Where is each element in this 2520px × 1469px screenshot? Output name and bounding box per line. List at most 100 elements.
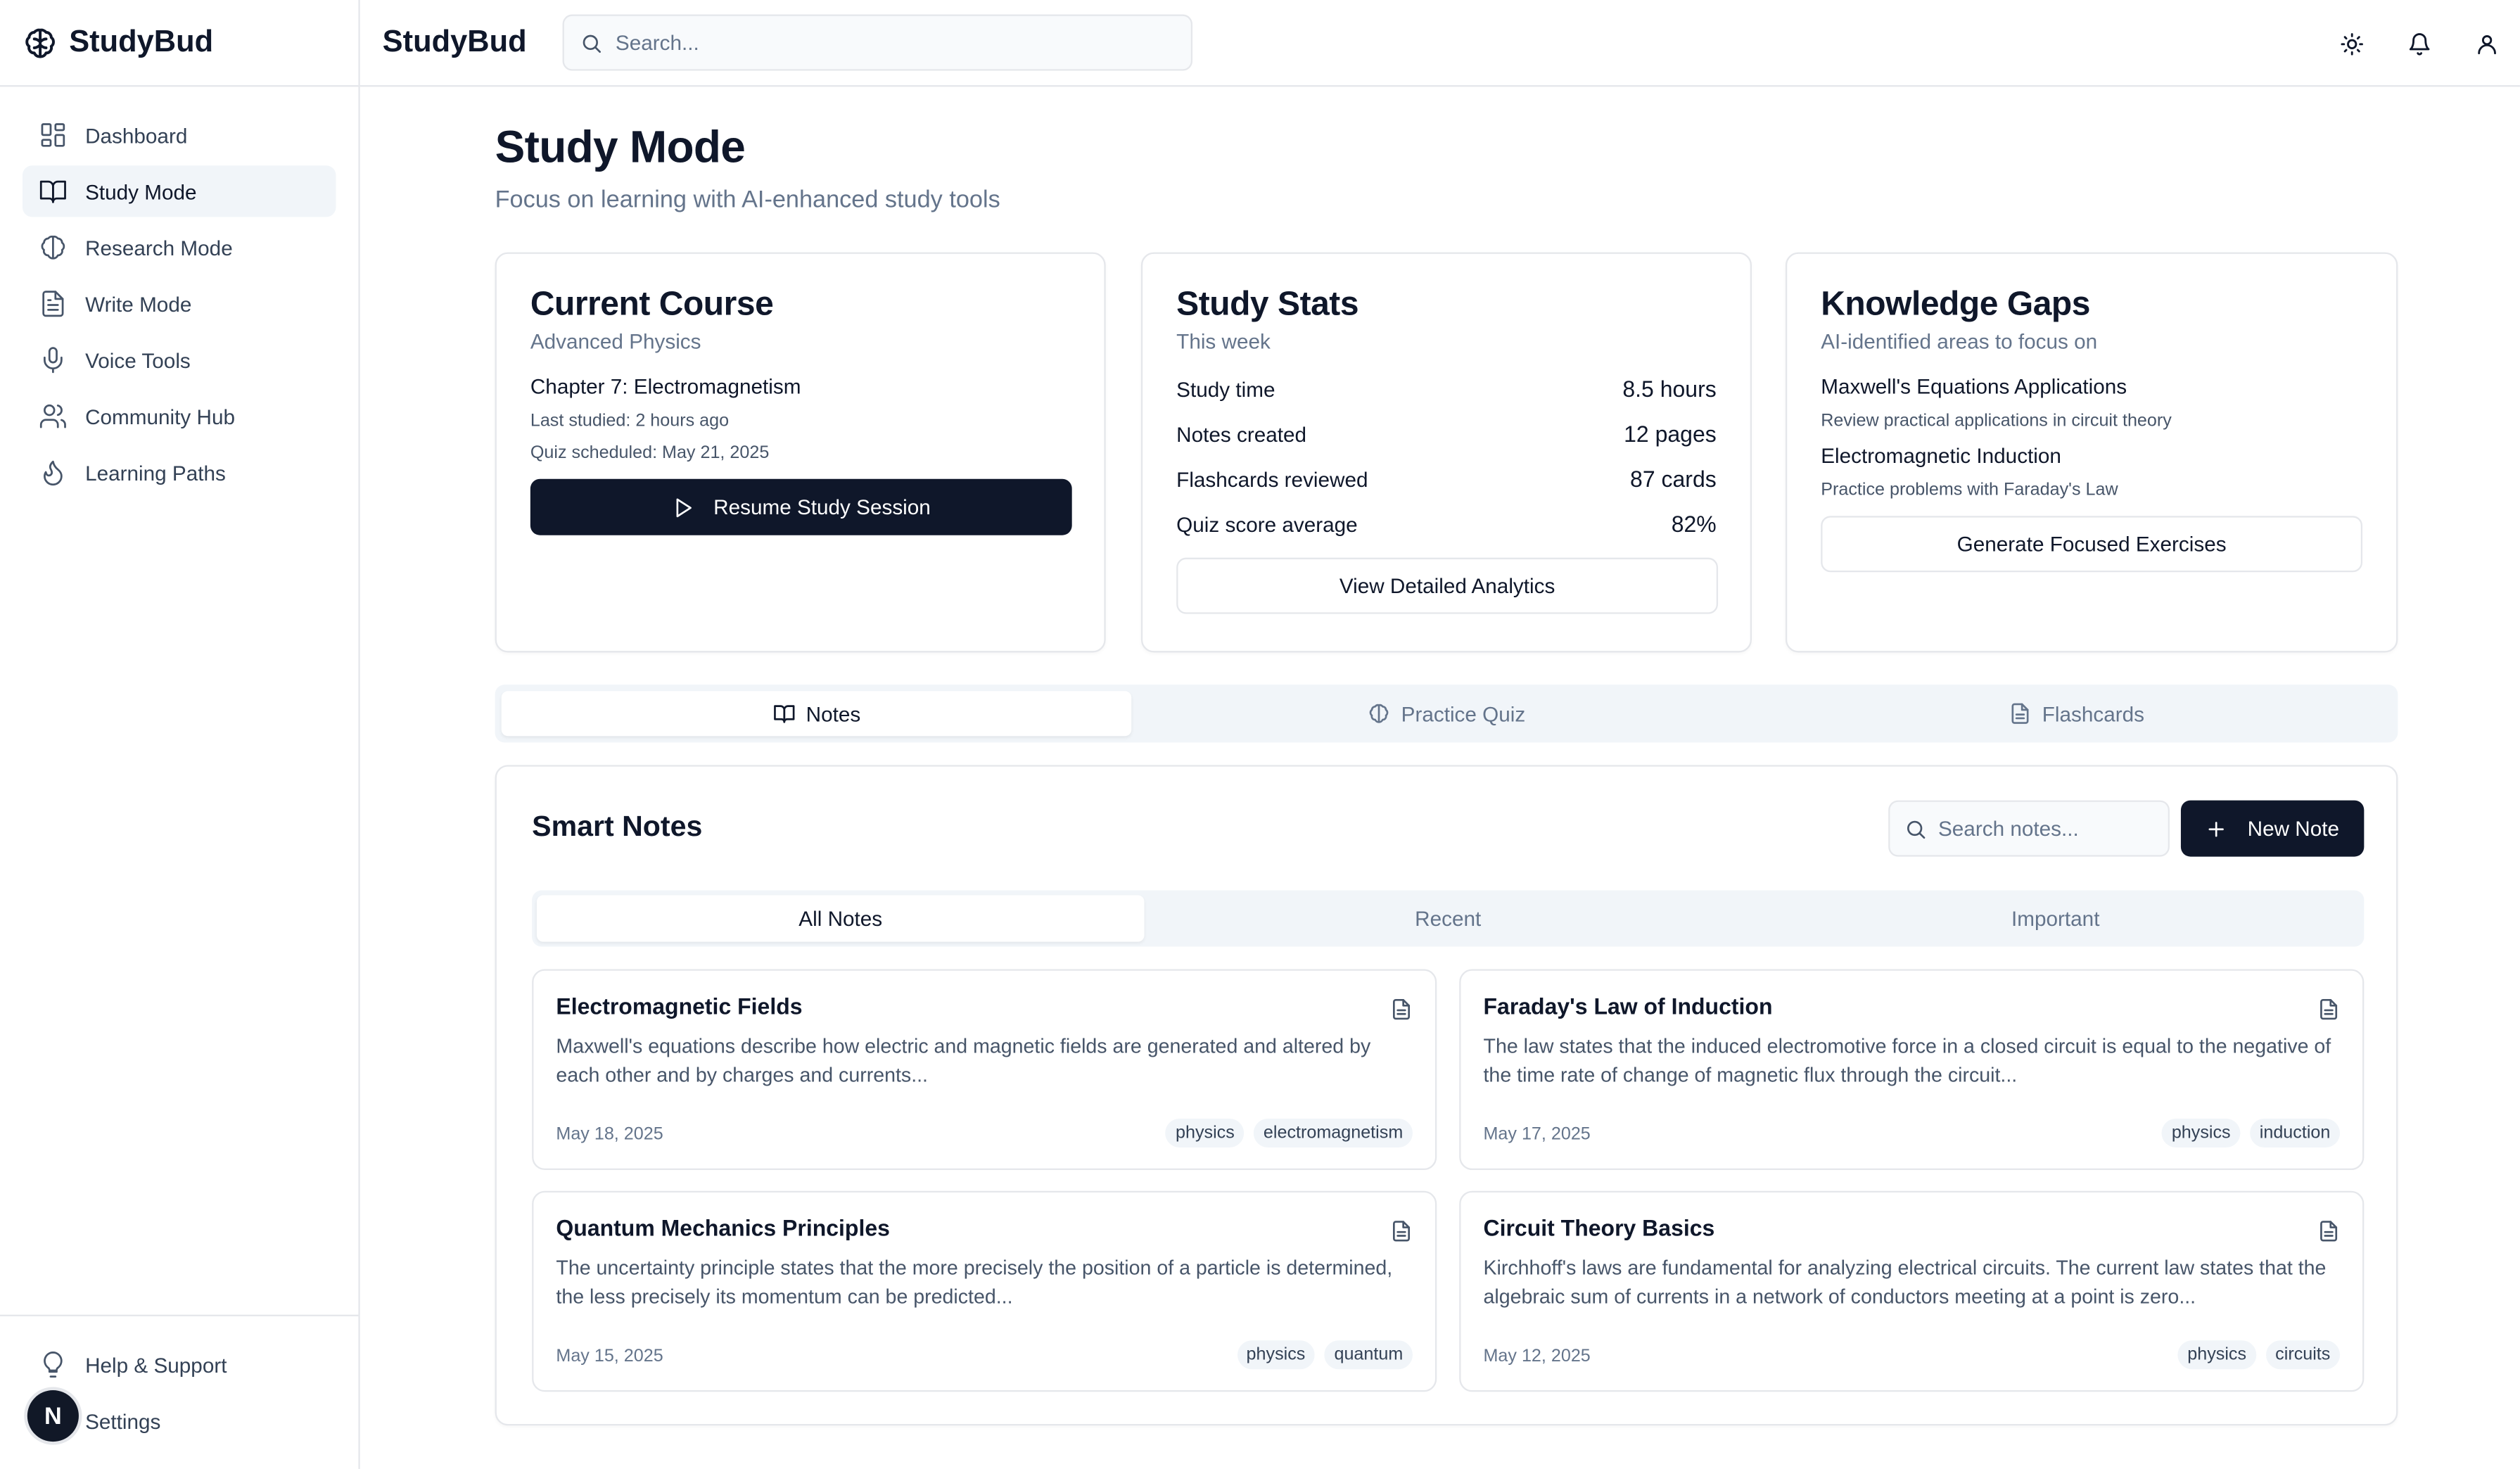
- current-course-card: Current Course Advanced Physics Chapter …: [495, 252, 1106, 653]
- sidebar-item-help-support[interactable]: Help & Support: [23, 1339, 336, 1390]
- sidebar-item-learning-paths[interactable]: Learning Paths: [23, 447, 336, 498]
- button-label: Resume Study Session: [713, 495, 931, 519]
- mic-icon: [39, 345, 68, 374]
- note-card[interactable]: Faraday's Law of Induction The law state…: [1459, 969, 2365, 1171]
- stat-label: Study time: [1176, 376, 1275, 401]
- new-note-button[interactable]: New Note: [2180, 800, 2365, 857]
- tag: physics: [1236, 1340, 1316, 1370]
- stat-row-notes-created: Notes created 12 pages: [1176, 412, 1717, 457]
- tab-recent[interactable]: Recent: [1144, 895, 1752, 941]
- file-text-icon: [39, 289, 68, 318]
- book-icon: [772, 702, 795, 725]
- sidebar-item-label: Study Mode: [85, 179, 197, 203]
- generate-exercises-button[interactable]: Generate Focused Exercises: [1821, 516, 2363, 573]
- tag: circuits: [2265, 1340, 2341, 1370]
- tab-label: Notes: [806, 701, 861, 726]
- tab-flashcards[interactable]: Flashcards: [1762, 691, 2391, 736]
- search-icon: [580, 32, 603, 54]
- note-tags: physics induction: [2162, 1118, 2341, 1148]
- tab-all-notes[interactable]: All Notes: [536, 895, 1145, 942]
- button-label: New Note: [2247, 816, 2340, 841]
- dashboard-icon: [39, 120, 68, 149]
- note-date: May 12, 2025: [1483, 1347, 1591, 1366]
- note-title: Faraday's Law of Induction: [1483, 993, 1773, 1019]
- sidebar-item-research-mode[interactable]: Research Mode: [23, 222, 336, 273]
- sidebar-item-voice-tools[interactable]: Voice Tools: [23, 334, 336, 386]
- brain-logo-icon: [23, 25, 58, 60]
- gap-description: Review practical applications in circuit…: [1821, 411, 2172, 431]
- card-title: Knowledge Gaps: [1821, 286, 2091, 324]
- note-card[interactable]: Electromagnetic Fields Maxwell's equatio…: [532, 969, 1437, 1171]
- sidebar-item-dashboard[interactable]: Dashboard: [23, 109, 336, 160]
- note-card[interactable]: Quantum Mechanics Principles The uncerta…: [532, 1190, 1437, 1392]
- tab-label: Practice Quiz: [1401, 701, 1526, 726]
- brand[interactable]: StudyBud: [0, 0, 359, 87]
- file-icon[interactable]: [1390, 1220, 1413, 1242]
- top-header: StudyBud Search...: [359, 0, 2520, 87]
- plus-icon: [2206, 818, 2228, 840]
- note-date: May 15, 2025: [556, 1347, 663, 1366]
- stat-label: Quiz score average: [1176, 511, 1358, 536]
- brand-name: StudyBud: [69, 25, 214, 59]
- sidebar-item-label: Research Mode: [85, 235, 233, 260]
- notes-filter-tabs: All Notes Recent Important: [532, 890, 2365, 947]
- sidebar-item-label: Write Mode: [85, 291, 192, 316]
- tab-important[interactable]: Important: [1752, 895, 2360, 941]
- note-excerpt: Kirchhoff's laws are fundamental for ana…: [1483, 1257, 2327, 1308]
- user-icon: [2474, 32, 2498, 56]
- sidebar-item-write-mode[interactable]: Write Mode: [23, 278, 336, 329]
- sidebar-nav: Dashboard Study Mode Research Mode Write…: [0, 87, 358, 526]
- stat-value: 8.5 hours: [1622, 376, 1717, 402]
- note-tags: physics circuits: [2177, 1340, 2341, 1370]
- search-input[interactable]: Search...: [562, 14, 1193, 71]
- flame-icon: [39, 458, 68, 487]
- sidebar-item-label: Voice Tools: [85, 348, 191, 372]
- tag: physics: [2177, 1340, 2256, 1370]
- tag: induction: [2250, 1118, 2341, 1148]
- note-tags: physics electromagnetism: [1166, 1118, 1413, 1148]
- tag: electromagnetism: [1254, 1118, 1413, 1148]
- search-icon: [1904, 818, 1927, 840]
- header-actions: [2317, 0, 2520, 87]
- gap-title: Electromagnetic Induction: [1821, 443, 2061, 468]
- avatar[interactable]: N: [27, 1390, 79, 1442]
- header-title: StudyBud: [382, 25, 527, 59]
- sidebar-item-study-mode[interactable]: Study Mode: [22, 165, 336, 217]
- file-icon[interactable]: [1390, 998, 1413, 1021]
- profile-button[interactable]: [2452, 15, 2520, 72]
- page-subtitle: Focus on learning with AI-enhanced study…: [495, 186, 1000, 214]
- note-excerpt: The law states that the induced electrom…: [1483, 1035, 2331, 1086]
- chapter-name: Chapter 7: Electromagnetism: [530, 374, 801, 399]
- stat-label: Notes created: [1176, 421, 1307, 446]
- brain-icon: [1368, 702, 1390, 725]
- sidebar-item-label: Settings: [85, 1408, 161, 1433]
- tag: quantum: [1324, 1340, 1413, 1370]
- stat-value: 12 pages: [1624, 421, 1717, 447]
- sidebar-item-label: Help & Support: [85, 1352, 227, 1377]
- note-card[interactable]: Circuit Theory Basics Kirchhoff's laws a…: [1459, 1190, 2365, 1392]
- stat-value: 82%: [1671, 511, 1717, 537]
- sidebar-item-community-hub[interactable]: Community Hub: [23, 390, 336, 442]
- note-title: Electromagnetic Fields: [556, 993, 803, 1019]
- stat-value: 87 cards: [1630, 466, 1717, 492]
- view-analytics-button[interactable]: View Detailed Analytics: [1176, 557, 1719, 614]
- note-title: Circuit Theory Basics: [1483, 1215, 1715, 1241]
- tab-notes[interactable]: Notes: [501, 691, 1132, 737]
- theme-toggle-button[interactable]: [2317, 15, 2385, 72]
- notes-search-input[interactable]: Search notes...: [1888, 800, 2170, 857]
- stat-label: Flashcards reviewed: [1176, 466, 1368, 491]
- resume-study-button[interactable]: Resume Study Session: [530, 478, 1072, 535]
- file-icon[interactable]: [2317, 1220, 2340, 1242]
- file-icon[interactable]: [2317, 998, 2340, 1021]
- quiz-scheduled: Quiz scheduled: May 21, 2025: [530, 443, 770, 463]
- page-title: Study Mode: [495, 122, 746, 172]
- section-title: Smart Notes: [532, 810, 703, 843]
- note-tags: physics quantum: [1236, 1340, 1413, 1370]
- lightbulb-icon: [39, 1350, 68, 1379]
- note-excerpt: Maxwell's equations describe how electri…: [556, 1035, 1371, 1086]
- notifications-button[interactable]: [2385, 15, 2452, 72]
- knowledge-gaps-card: Knowledge Gaps AI-identified areas to fo…: [1785, 252, 2398, 653]
- app-root: StudyBud Dashboard Study Mode Research M…: [0, 0, 2520, 1469]
- tab-practice-quiz[interactable]: Practice Quiz: [1131, 691, 1761, 736]
- sidebar-item-label: Learning Paths: [85, 460, 226, 485]
